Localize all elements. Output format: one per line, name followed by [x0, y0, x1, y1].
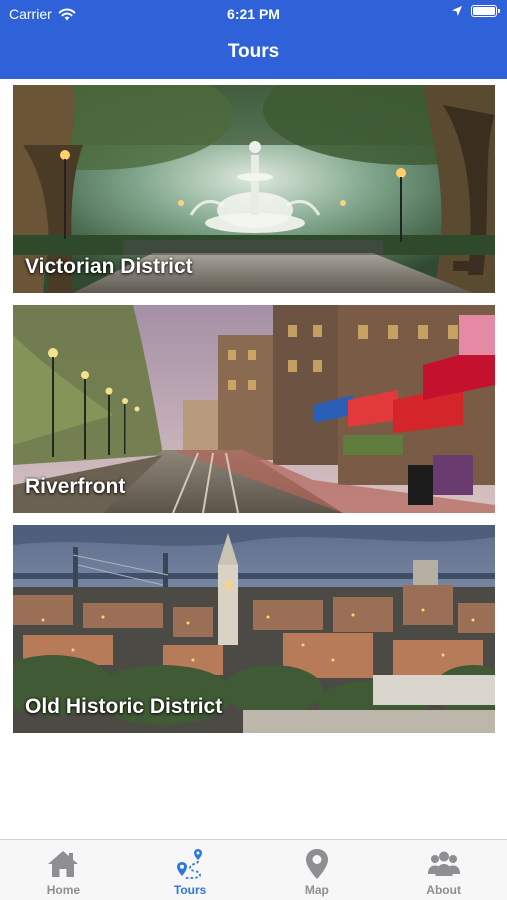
app-header: Carrier 6:21 PM Tours [0, 0, 507, 79]
tab-tours[interactable]: Tours [127, 840, 254, 900]
tab-label: About [426, 883, 461, 897]
battery-icon [471, 5, 500, 17]
tour-card-riverfront[interactable]: Riverfront [13, 305, 495, 513]
tour-list: Victorian District Riverfront Old Histor… [13, 85, 495, 745]
tour-card-old-historic-district[interactable]: Old Historic District [13, 525, 495, 733]
tab-map[interactable]: Map [254, 840, 381, 900]
tab-home[interactable]: Home [0, 840, 127, 900]
tab-label: Map [304, 883, 329, 897]
status-bar: Carrier 6:21 PM [0, 0, 507, 28]
tours-route-icon [177, 849, 203, 879]
people-icon [427, 851, 460, 876]
home-icon [48, 851, 79, 877]
tour-title: Riverfront [25, 475, 126, 498]
status-right [451, 5, 500, 17]
location-arrow-icon [452, 6, 462, 16]
tab-label: Tours [173, 883, 207, 897]
tab-bar: Home Tours Map About [0, 839, 507, 900]
page-title: Tours [227, 41, 280, 62]
tour-title: Victorian District [25, 255, 193, 278]
map-pin-icon [305, 849, 328, 879]
tab-label: Home [46, 883, 81, 897]
tour-title: Old Historic District [25, 695, 223, 718]
status-time: 6:21 PM [227, 6, 280, 22]
tour-card-victorian-district[interactable]: Victorian District [13, 85, 495, 293]
tab-about[interactable]: About [380, 840, 507, 900]
